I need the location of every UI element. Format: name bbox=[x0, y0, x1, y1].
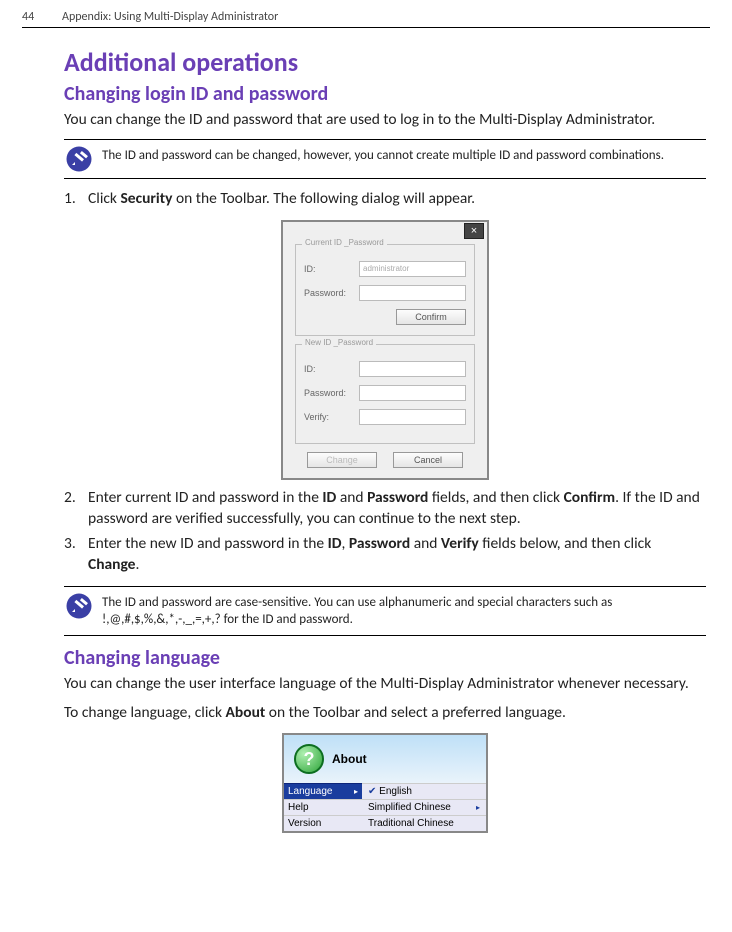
pencil-icon bbox=[66, 593, 92, 619]
note-block-2: The ID and password are case-sensitive. … bbox=[64, 586, 706, 636]
step1-pre: Click bbox=[88, 189, 120, 208]
t: Verify bbox=[441, 534, 479, 553]
t: fields, and then click bbox=[428, 488, 563, 507]
change-button[interactable]: Change bbox=[307, 452, 377, 468]
close-icon[interactable]: × bbox=[464, 223, 484, 239]
note-block-1: The ID and password can be changed, howe… bbox=[64, 139, 706, 179]
menu-item-language[interactable]: Language ▸ bbox=[284, 783, 362, 799]
t: ID bbox=[322, 488, 336, 507]
step1-bold: Security bbox=[120, 189, 172, 208]
id-label: ID: bbox=[304, 264, 359, 274]
verify-field[interactable] bbox=[359, 409, 466, 425]
t: Simplified Chinese bbox=[368, 802, 451, 813]
note-text-1: The ID and password can be changed, howe… bbox=[102, 146, 664, 165]
page-header: 44 Appendix: Using Multi-Display Adminis… bbox=[22, 10, 710, 24]
t: ID bbox=[328, 534, 342, 553]
section-title: Additional operations bbox=[64, 46, 706, 78]
t: fields below, and then click bbox=[479, 534, 652, 553]
t: and bbox=[336, 488, 367, 507]
t: Confirm bbox=[564, 488, 615, 507]
current-id-group-title: Current ID _Password bbox=[302, 238, 387, 247]
security-dialog: × Current ID _Password ID: administrator… bbox=[281, 220, 489, 480]
page-number: 44 bbox=[22, 10, 62, 24]
step-2: Enter current ID and password in the ID … bbox=[64, 488, 706, 530]
new-id-field[interactable] bbox=[359, 361, 466, 377]
note-text-2: The ID and password are case-sensitive. … bbox=[102, 593, 706, 629]
security-dialog-figure: × Current ID _Password ID: administrator… bbox=[64, 220, 706, 480]
t: Enter current ID and password in the bbox=[88, 488, 322, 507]
t: Enter the new ID and password in the bbox=[88, 534, 328, 553]
t: . bbox=[135, 555, 139, 574]
steps-list-cont: Enter current ID and password in the ID … bbox=[64, 488, 706, 576]
about-label: About bbox=[332, 752, 367, 766]
submenu-item-tc[interactable]: Traditional Chinese bbox=[362, 815, 486, 831]
steps-list: Click Security on the Toolbar. The follo… bbox=[64, 189, 706, 210]
about-toolbar-button[interactable]: ? About bbox=[284, 735, 486, 783]
pencil-icon bbox=[66, 146, 92, 172]
header-rule bbox=[22, 27, 710, 28]
intro-paragraph: You can change the ID and password that … bbox=[64, 110, 706, 131]
t: Change bbox=[88, 555, 135, 574]
new-id-label: ID: bbox=[304, 364, 359, 374]
id-field[interactable]: administrator bbox=[359, 261, 466, 277]
chevron-right-icon: ▸ bbox=[476, 803, 480, 812]
t: Password bbox=[349, 534, 410, 553]
running-title: Appendix: Using Multi-Display Administra… bbox=[62, 10, 278, 24]
t: About bbox=[226, 703, 266, 722]
check-icon: ✔ bbox=[368, 786, 376, 797]
new-password-label: Password: bbox=[304, 388, 359, 398]
menu-item-help[interactable]: Help bbox=[284, 799, 362, 815]
menu-item-version[interactable]: Version bbox=[284, 815, 362, 831]
new-password-field[interactable] bbox=[359, 385, 466, 401]
subsection-title-language: Changing language bbox=[64, 646, 706, 670]
t: Password bbox=[367, 488, 428, 507]
verify-label: Verify: bbox=[304, 412, 359, 422]
about-menu: ? About Language ▸ ✔ English Help Simpli… bbox=[282, 733, 488, 833]
confirm-button[interactable]: Confirm bbox=[396, 309, 466, 325]
submenu-item-english[interactable]: ✔ English bbox=[362, 783, 486, 799]
lang-p1: You can change the user interface langua… bbox=[64, 674, 706, 695]
current-id-group: Current ID _Password ID: administrator P… bbox=[295, 244, 475, 336]
step-1: Click Security on the Toolbar. The follo… bbox=[64, 189, 706, 210]
question-icon: ? bbox=[294, 744, 324, 774]
t: , bbox=[342, 534, 349, 553]
password-field[interactable] bbox=[359, 285, 466, 301]
about-menu-figure: ? About Language ▸ ✔ English Help Simpli… bbox=[64, 733, 706, 833]
new-id-group-title: New ID _Password bbox=[302, 338, 376, 347]
chevron-right-icon: ▸ bbox=[354, 787, 358, 796]
subsection-title-login: Changing login ID and password bbox=[64, 82, 706, 106]
new-id-group: New ID _Password ID: Password: Verify: bbox=[295, 344, 475, 444]
t: To change language, click bbox=[64, 703, 226, 722]
lang-p2: To change language, click About on the T… bbox=[64, 703, 706, 724]
t: and bbox=[410, 534, 441, 553]
step-3: Enter the new ID and password in the ID,… bbox=[64, 534, 706, 576]
cancel-button[interactable]: Cancel bbox=[393, 452, 463, 468]
submenu-item-sc[interactable]: Simplified Chinese ▸ bbox=[362, 799, 486, 815]
t: English bbox=[379, 786, 412, 797]
t: on the Toolbar and select a preferred la… bbox=[265, 703, 566, 722]
password-label: Password: bbox=[304, 288, 359, 298]
t: Language bbox=[288, 786, 333, 797]
step1-post: on the Toolbar. The following dialog wil… bbox=[172, 189, 475, 208]
